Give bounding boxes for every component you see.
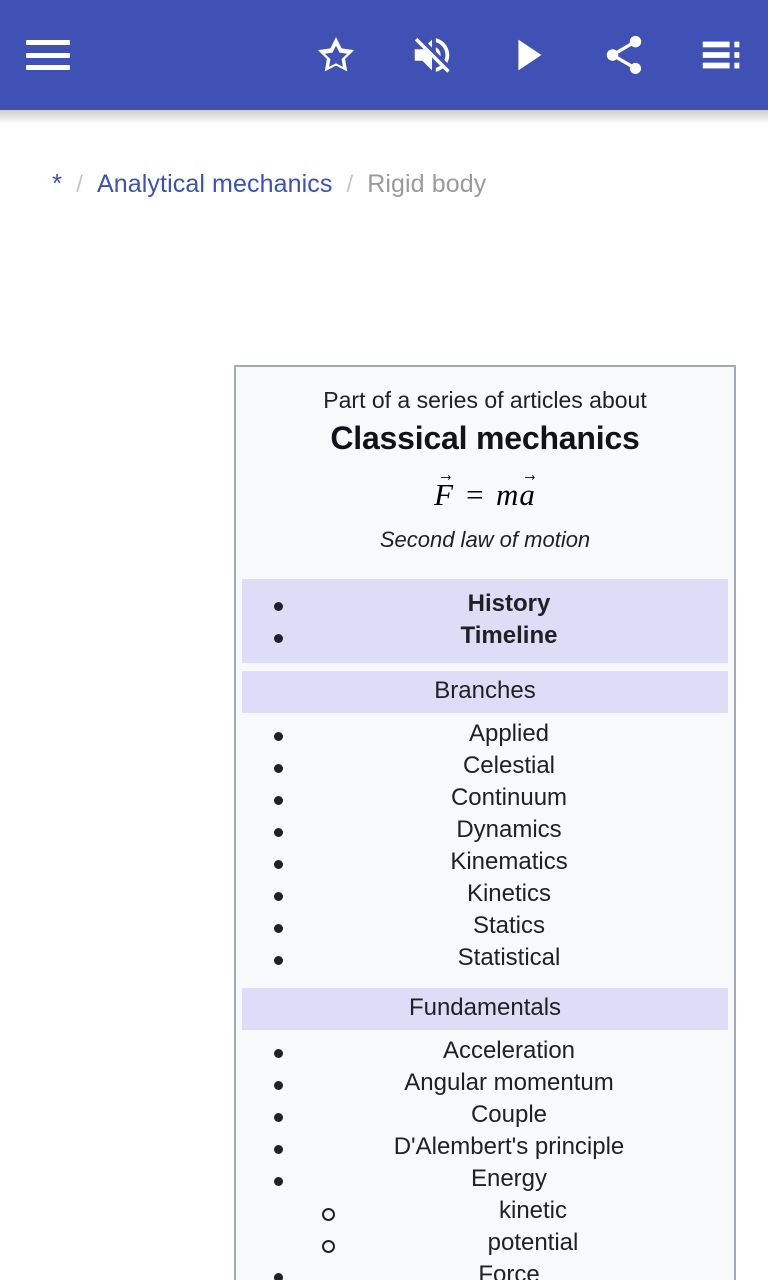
infobox-link-dynamics[interactable]: Dynamics <box>456 816 561 843</box>
hamburger-menu-icon <box>26 40 70 70</box>
infobox-link-celestial[interactable]: Celestial <box>463 752 555 779</box>
list-item[interactable]: Acceleration <box>236 1035 734 1067</box>
app-bar <box>0 0 768 124</box>
infobox-section-header-branches: Branches <box>242 671 728 713</box>
infobox-link-kinetics[interactable]: Kinetics <box>467 880 551 907</box>
list-item[interactable]: Applied <box>236 718 734 750</box>
infobox-section-header-fundamentals: Fundamentals <box>242 988 728 1030</box>
infobox-link-history[interactable]: History <box>468 590 551 617</box>
infobox-link-continuum[interactable]: Continuum <box>451 784 567 811</box>
list-item[interactable]: D'Alembert's principle <box>236 1131 734 1163</box>
infobox-link-timeline[interactable]: Timeline <box>461 622 558 649</box>
infobox-fundamentals-list: Acceleration Angular momentum Couple D'A… <box>236 1035 734 1280</box>
list-item[interactable]: Statistical <box>236 942 734 974</box>
infobox-link-statistical[interactable]: Statistical <box>458 944 561 971</box>
list-item[interactable]: Couple <box>236 1099 734 1131</box>
list-item[interactable]: kinetic <box>236 1195 734 1227</box>
formula-mass: m <box>495 477 520 512</box>
list-item[interactable]: Angular momentum <box>236 1067 734 1099</box>
infobox-series-label: Part of a series of articles about <box>323 387 647 413</box>
list-contents-icon <box>702 41 740 69</box>
list-item[interactable]: potential <box>236 1227 734 1259</box>
infobox-section-fundamentals: Acceleration Angular momentum Couple D'A… <box>236 1030 734 1280</box>
infobox-top-links-block: History Timeline <box>242 579 728 663</box>
infobox-link-angular-momentum[interactable]: Angular momentum <box>404 1069 613 1096</box>
formula-force-vector: F <box>434 477 454 513</box>
infobox-link-applied[interactable]: Applied <box>469 720 549 747</box>
favorite-button[interactable] <box>288 0 384 110</box>
list-item[interactable]: Kinematics <box>236 846 734 878</box>
infobox-link-potential-energy[interactable]: potential <box>488 1229 579 1256</box>
share-icon <box>606 35 642 75</box>
infobox-top-links: History Timeline <box>242 588 728 652</box>
list-item[interactable]: Force <box>236 1259 734 1280</box>
share-button[interactable] <box>576 0 672 110</box>
list-item[interactable]: Statics <box>236 910 734 942</box>
infobox-formula: F = ma <box>236 457 734 517</box>
mute-button[interactable] <box>384 0 480 110</box>
breadcrumb-separator: / <box>76 171 83 198</box>
infobox-link-dalemberts-principle[interactable]: D'Alembert's principle <box>394 1133 625 1160</box>
list-item[interactable]: Timeline <box>242 620 728 652</box>
breadcrumb-separator: / <box>346 171 354 198</box>
play-icon <box>518 39 542 71</box>
contents-button[interactable] <box>672 0 768 110</box>
infobox-link-force[interactable]: Force <box>478 1261 539 1280</box>
infobox-link-energy[interactable]: Energy <box>471 1165 547 1192</box>
formula-acceleration-vector: a <box>519 477 536 513</box>
formula-operator: = <box>464 477 486 512</box>
breadcrumb-home-link[interactable]: * <box>52 170 62 196</box>
infobox-link-kinematics[interactable]: Kinematics <box>450 848 567 875</box>
infobox-formula-caption: Second law of motion <box>379 527 591 552</box>
infobox-link-acceleration[interactable]: Acceleration <box>443 1037 575 1064</box>
menu-button[interactable] <box>0 0 96 110</box>
list-item[interactable]: Continuum <box>236 782 734 814</box>
infobox-section-branches: Applied Celestial Continuum Dynamics Kin… <box>236 713 734 980</box>
infobox-classical-mechanics: Part of a series of articles about Class… <box>234 365 736 1280</box>
infobox-link-couple[interactable]: Couple <box>471 1101 547 1128</box>
infobox-link-kinetic-energy[interactable]: kinetic <box>499 1197 567 1224</box>
infobox-title: Classical mechanics <box>330 420 640 456</box>
list-item[interactable]: History <box>242 588 728 620</box>
breadcrumb-link-analytical-mechanics[interactable]: Analytical mechanics <box>97 170 332 199</box>
infobox-branches-list: Applied Celestial Continuum Dynamics Kin… <box>236 718 734 974</box>
list-item[interactable]: Kinetics <box>236 878 734 910</box>
volume-off-icon <box>414 37 450 73</box>
page-content: * / Analytical mechanics / Rigid body Pa… <box>0 110 768 1280</box>
list-item[interactable]: Energy <box>236 1163 734 1195</box>
list-item[interactable]: Celestial <box>236 750 734 782</box>
star-outline-icon <box>317 36 355 72</box>
breadcrumb-current-page: Rigid body <box>367 170 487 198</box>
breadcrumb: * / Analytical mechanics / Rigid body <box>0 110 768 199</box>
infobox-link-statics[interactable]: Statics <box>473 912 545 939</box>
play-button[interactable] <box>480 0 576 110</box>
list-item[interactable]: Dynamics <box>236 814 734 846</box>
